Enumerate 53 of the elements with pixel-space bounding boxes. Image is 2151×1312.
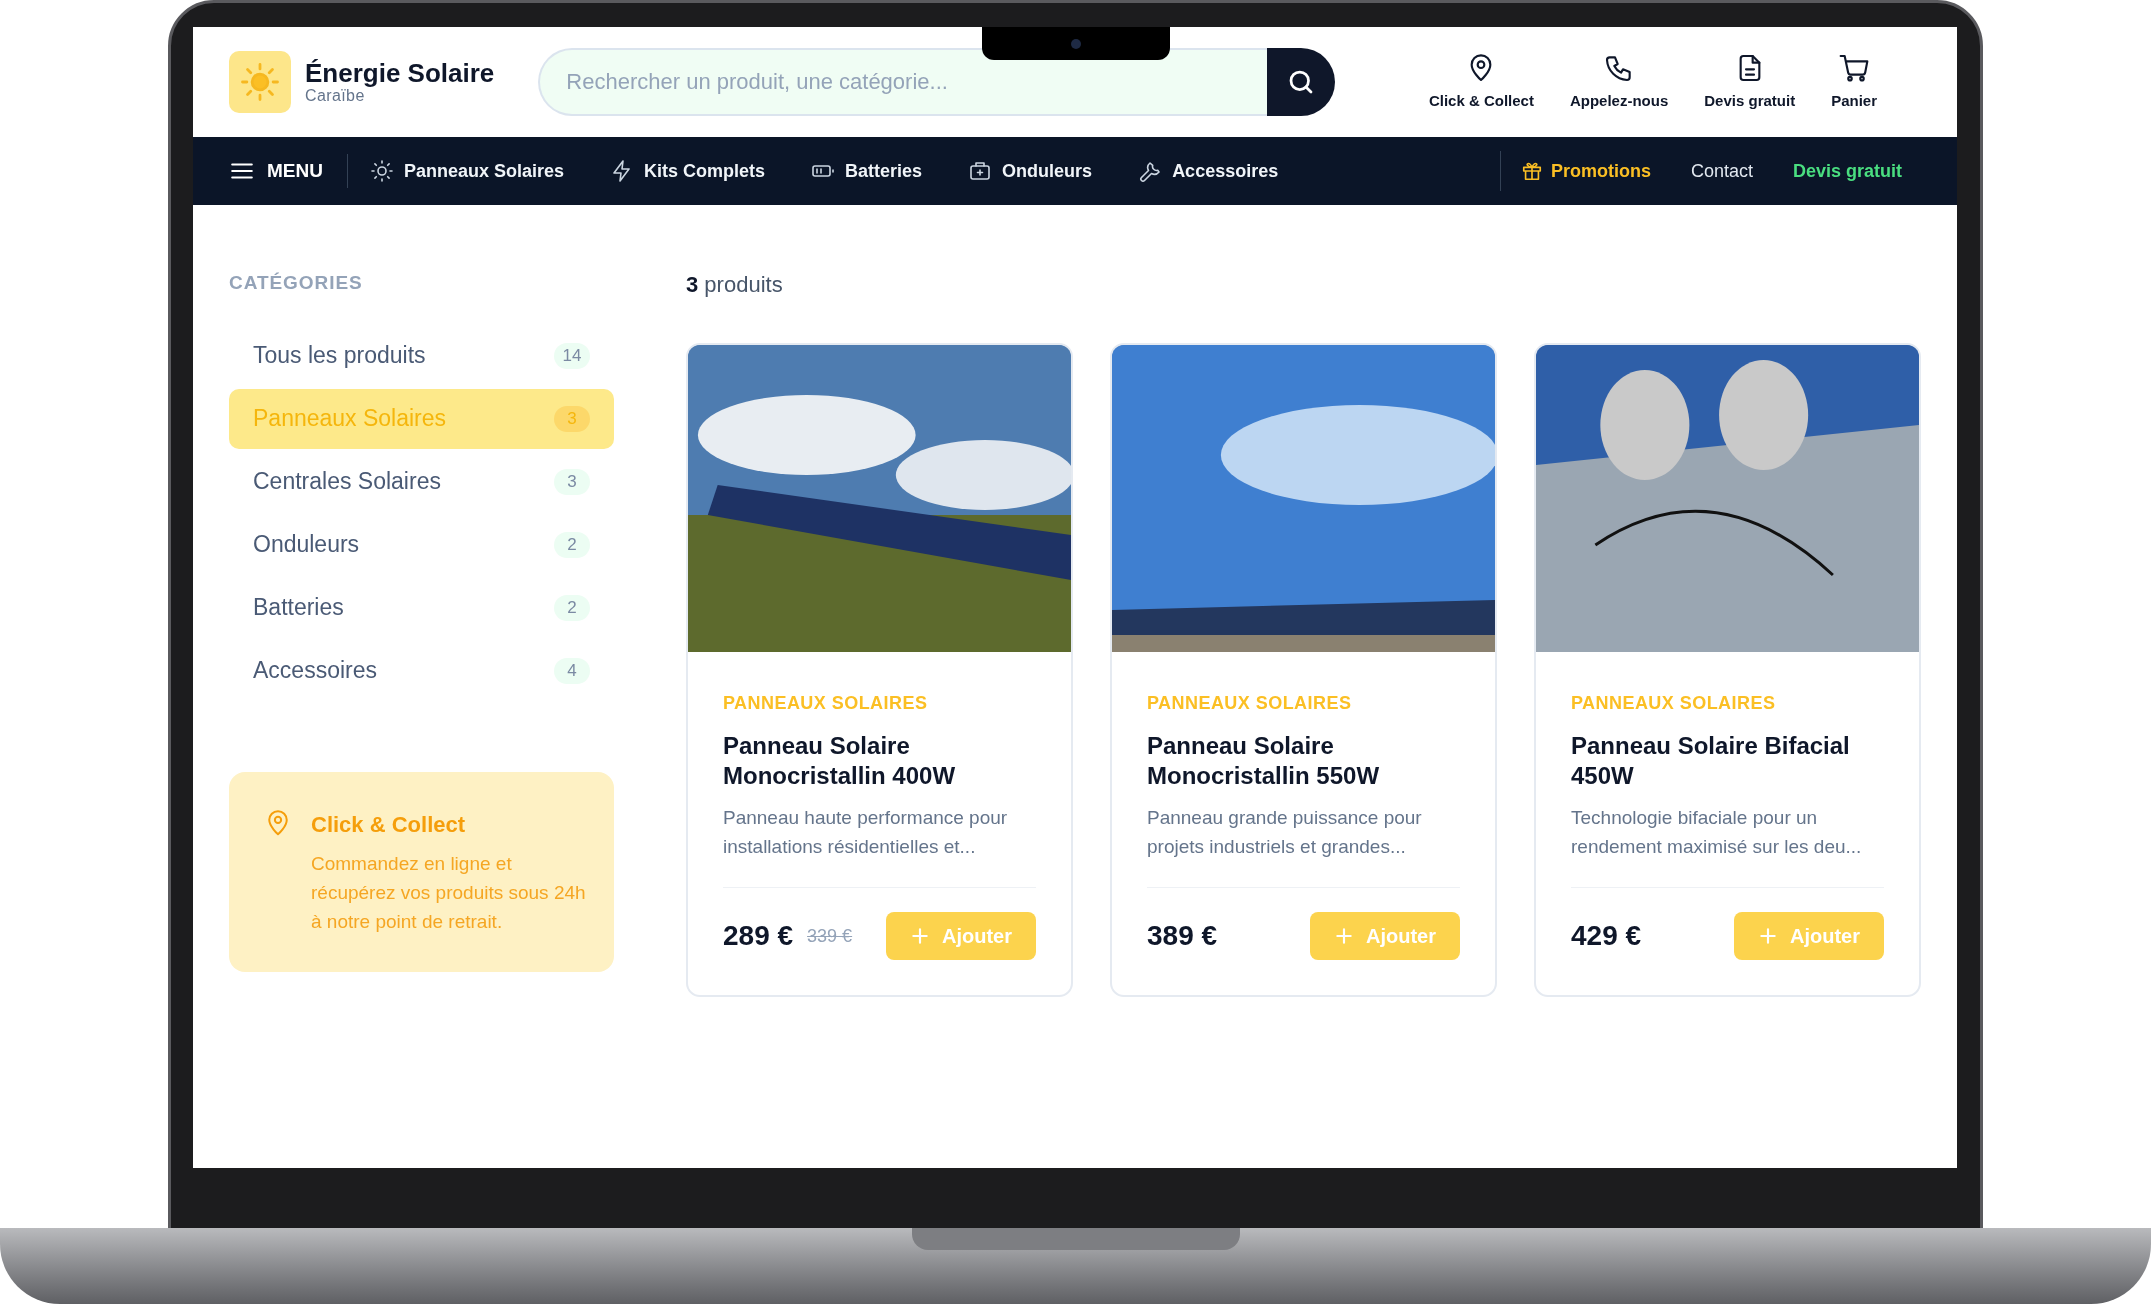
product-title: Panneau Solaire Monocristallin 400W [723,731,957,791]
sun-logo-icon [239,61,281,103]
product-title: Panneau Solaire Monocristallin 550W [1147,731,1381,791]
nav-link[interactable]: Onduleurs [968,157,1093,185]
count-badge: 4 [554,657,590,684]
header-action-button[interactable]: Appelez-nous [1569,51,1669,113]
info-card-text: Commandez en ligne et récupérez vos produits sous 24h à notre point de retrait. [311,851,587,934]
nav-link[interactable]: Panneaux Solaires [369,157,565,185]
plus-icon [1758,926,1778,946]
header-action-button[interactable]: Click & Collect [1428,51,1534,113]
nav-link[interactable]: Accessoires [1138,157,1279,185]
brand-subtitle: Caraïbe [305,88,366,104]
info-card-title: Click & Collect [311,810,467,839]
category-item[interactable]: Tous les produits 14 [229,325,614,386]
category-item[interactable]: Onduleurs 2 [229,514,614,575]
brand-name: Énergie Solaire [305,60,495,86]
nav-link[interactable]: Batteries [811,157,923,185]
toolbox-icon [968,159,993,183]
sun-icon [369,159,394,183]
gift-icon [1520,160,1543,182]
wrench-icon [1138,159,1163,183]
plus-icon [1334,926,1354,946]
product-price: 429 € [1571,919,1642,953]
product-price: 289 € [723,919,794,953]
count-badge: 14 [554,342,590,369]
search-button[interactable] [1267,48,1336,116]
sidebar-heading: CATÉGORIES [229,271,364,295]
product-category: PANNEAUX SOLAIRES [723,692,929,715]
category-item[interactable]: Batteries 2 [229,577,614,638]
count-badge: 3 [554,405,590,432]
nav-link[interactable]: Kits Complets [610,157,766,185]
old-price: 339 € [807,924,853,948]
count-badge: 3 [554,468,590,495]
nav-link[interactable]: Devis gratuit [1792,157,1902,185]
category-item[interactable]: Accessoires 4 [229,640,614,701]
menu-button[interactable]: MENU [229,154,348,188]
product-price: 389 € [1147,919,1218,953]
product-category: PANNEAUX SOLAIRES [1147,692,1353,715]
nav-link[interactable]: Contact [1690,157,1753,185]
header-action-button[interactable]: Panier [1831,51,1877,113]
results-count: 3 produits [686,271,784,299]
category-item[interactable]: Centrales Solaires 3 [229,451,614,512]
plus-icon [910,926,930,946]
count-badge: 2 [554,531,590,558]
product-description: Panneau grande puissance pour projets industriels et grandes... [1147,806,1423,859]
product-description: Panneau haute performance pour installations résidentielles et... [723,806,1009,859]
search-field[interactable]: Rechercher un produit, une catégorie... [538,48,1268,116]
product-title: Panneau Solaire Bifacial 450W [1571,731,1851,791]
product-category: PANNEAUX SOLAIRES [1571,692,1777,715]
header-action-button[interactable]: Devis gratuit [1704,51,1796,113]
nav-link[interactable]: Promotions [1520,157,1651,185]
count-badge: 2 [554,594,590,621]
product-description: Technologie bifaciale pour un rendement maximisé sur les deu... [1571,806,1863,859]
